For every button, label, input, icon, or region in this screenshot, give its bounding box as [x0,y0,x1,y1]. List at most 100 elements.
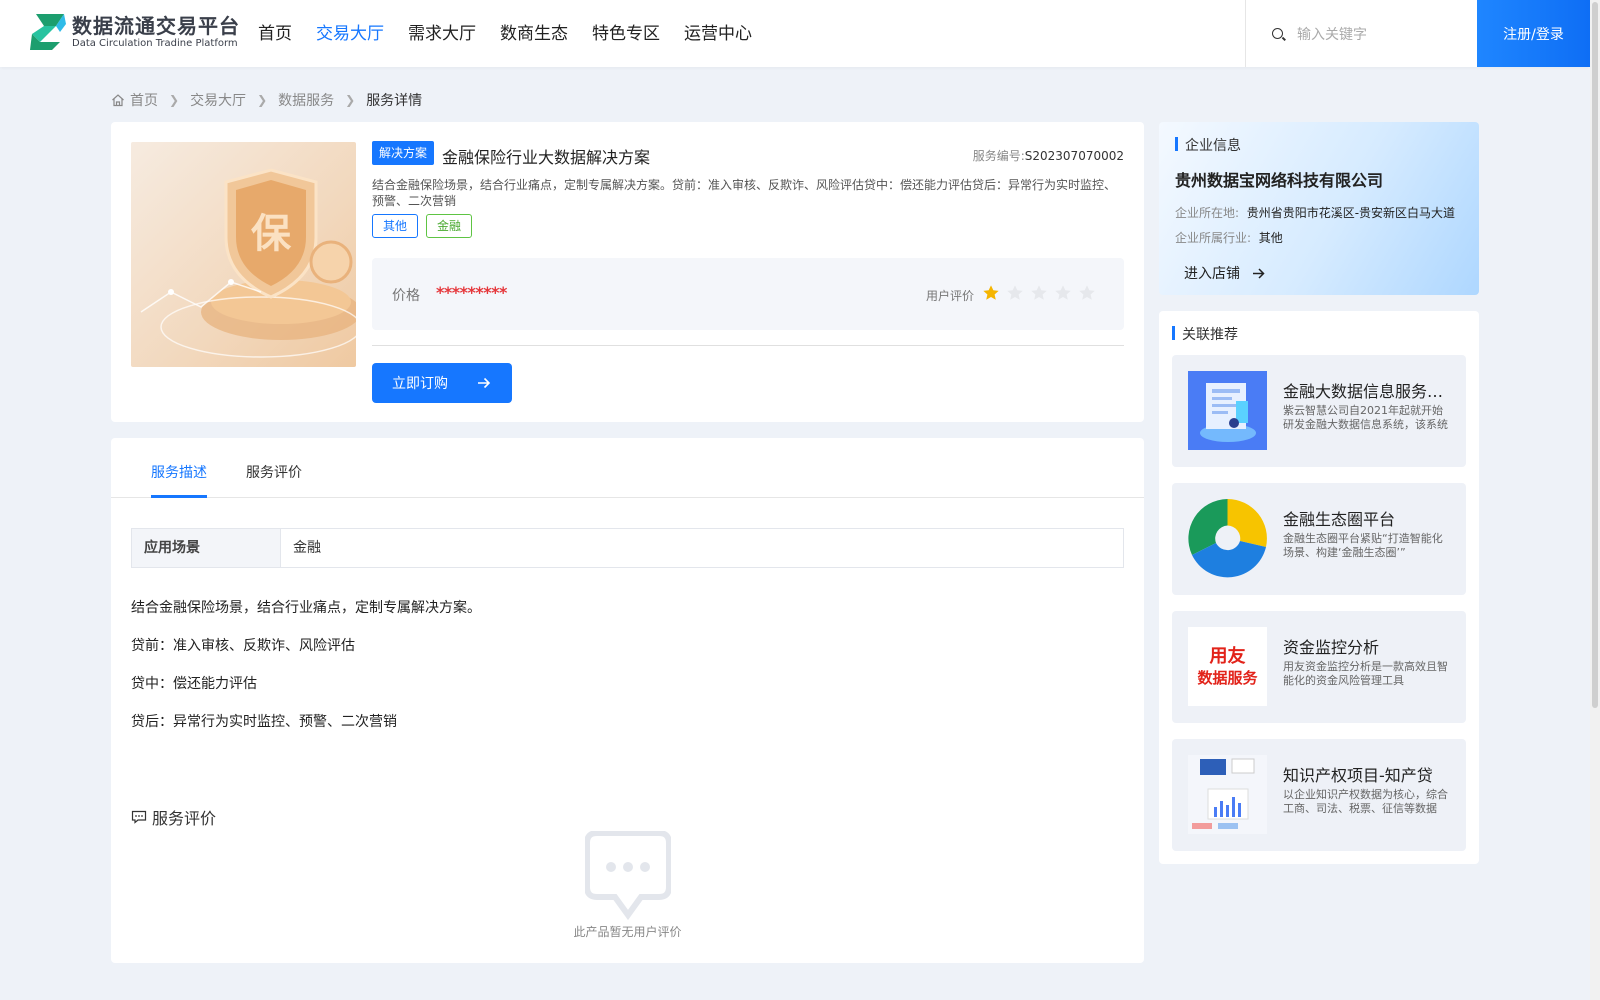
logo-mark-icon [30,14,66,50]
tag-other: 其他 [372,214,419,238]
recommend-thumbnail [1188,755,1267,834]
recommend-description: 以企业知识产权数据为核心，综合工商、司法、税票、征信等数据 [1283,788,1448,815]
recommend-description: 金融生态圈平台紧贴“打造智能化场景、构建‘金融生态圈’” [1283,532,1443,559]
description-line: 贷中：偿还能力评估 [131,676,257,692]
buy-now-label: 立即订购 [392,376,448,392]
description-line: 贷后：异常行为实时监控、预警、二次营销 [131,714,397,730]
search-icon[interactable] [1272,28,1283,39]
search-box [1245,0,1477,67]
reviews-heading: 服务评价 [131,805,216,829]
service-number: 服务编号:S202307070002 [973,147,1124,164]
service-detail-card: 服务描述 服务评价 应用场景 金融 结合金融保险场景，结合行业痛点，定制专属解决… [111,438,1144,963]
description-line: 贷前：准入审核、反欺诈、风险评估 [131,638,355,654]
location-label: 企业所在地: [1175,206,1240,220]
location-value: 贵州省贵阳市花溪区-贵安新区白马大道 [1246,206,1456,220]
scrollbar-thumb[interactable] [1592,2,1598,708]
yonyou-logo-subtext: 数据服务 [1197,668,1258,687]
product-tags: 其他 金融 [372,214,480,238]
company-name[interactable]: 贵州数据宝网络科技有限公司 [1175,167,1383,191]
login-register-button[interactable]: 注册/登录 [1477,0,1590,67]
industry-label: 企业所属行业: [1175,231,1252,245]
home-icon [112,94,124,107]
recommend-title: 资金监控分析 [1283,638,1380,657]
star-icon [1007,285,1023,300]
empty-comment-icon [585,831,671,921]
recommend-title: 知识产权项目-知产贷 [1283,766,1433,785]
tab-service-reviews[interactable]: 服务评价 [246,462,302,482]
chevron-right-icon: ❯ [257,93,268,107]
comment-icon [131,810,147,824]
top-header: 数据流通交易平台 Data Circulation Tradine Platfo… [0,0,1590,67]
chevron-right-icon: ❯ [345,93,356,107]
arrow-right-icon [478,377,491,389]
scene-header: 应用场景 [132,529,281,567]
tag-finance: 金融 [426,214,473,238]
star-icon [1055,285,1071,300]
reviews-title: 服务评价 [152,809,217,828]
divider [372,345,1124,346]
nav-operations-center[interactable]: 运营中心 [684,0,752,67]
breadcrumb-home[interactable]: 首页 [130,90,158,110]
svg-text:保: 保 [251,211,292,257]
product-image: 保 [131,142,356,367]
nav-featured-zone[interactable]: 特色专区 [592,0,660,67]
recommend-description: 用友资金监控分析是一款高效且智能化的资金风险管理工具 [1283,660,1448,687]
product-summary-card: 保 解决方案 金融保险行业大数据解决方案 服务编号:S202307070002 … [111,122,1144,422]
enter-shop-label: 进入店铺 [1184,266,1240,282]
breadcrumb-data-service[interactable]: 数据服务 [278,90,334,110]
site-logo[interactable]: 数据流通交易平台 Data Circulation Tradine Platfo… [28,12,240,52]
product-title: 金融保险行业大数据解决方案 [442,148,651,167]
application-scene-table: 应用场景 金融 [131,528,1124,568]
detail-tabs: 服务描述 服务评价 [111,438,1144,498]
tab-service-description[interactable]: 服务描述 [151,462,207,482]
solution-type-badge: 解决方案 [372,141,435,165]
service-description-text: 结合金融保险场景，结合行业痛点，定制专属解决方案。 贷前：准入审核、反欺诈、风险… [131,601,481,753]
product-description: 结合金融保险场景，结合行业痛点，定制专属解决方案。贷前：准入审核、反欺诈、风险评… [372,178,1117,208]
main-nav: 首页 交易大厅 需求大厅 数商生态 特色专区 运营中心 [258,0,776,67]
company-industry: 企业所属行业: 其他 [1175,229,1283,246]
active-tab-indicator [151,495,207,498]
recommend-item[interactable]: 金融生态圈平台 金融生态圈平台紧贴“打造智能化场景、构建‘金融生态圈’” [1172,483,1466,595]
logo-title: 数据流通交易平台 [72,14,240,38]
nav-home[interactable]: 首页 [258,0,292,67]
buy-now-button[interactable]: 立即订购 [372,363,512,403]
company-location: 企业所在地: 贵州省贵阳市花溪区-贵安新区白马大道 [1175,204,1455,221]
price-panel: 价格 ********* 用户评价 [372,258,1124,330]
insurance-shield-illustration: 保 [140,168,356,358]
company-info-card: 企业信息 贵州数据宝网络科技有限公司 企业所在地: 贵州省贵阳市花溪区-贵安新区… [1159,122,1479,295]
user-rating-stars [982,284,1102,302]
report-screenshot-icon [1188,755,1267,834]
breadcrumb-current: 服务详情 [366,93,423,109]
recommend-title: 金融生态圈平台 [1283,510,1396,529]
service-number-value: S202307070002 [1024,149,1124,163]
star-icon [983,285,999,300]
recommend-description: 紫云智慧公司自2021年起就开始研发金融大数据信息系统，该系统 [1283,404,1448,431]
nav-demand-hall[interactable]: 需求大厅 [408,0,476,67]
breadcrumb: 首页 ❯ 交易大厅 ❯ 数据服务 ❯ 服务详情 [111,90,422,110]
user-rating-label: 用户评价 [926,289,975,303]
yonyou-logo-text: 用友 [1209,645,1246,667]
recommend-thumbnail [1188,371,1267,450]
price-value: ********* [436,283,507,302]
page-scrollbar[interactable] [1590,0,1600,1000]
arrow-right-icon [1253,267,1265,279]
nav-ecosystem[interactable]: 数商生态 [500,0,568,67]
recommend-item[interactable]: 用友 数据服务 资金监控分析 用友资金监控分析是一款高效且智能化的资金风险管理工… [1172,611,1466,723]
logo-subtitle: Data Circulation Tradine Platform [72,38,238,49]
star-icon [1079,285,1095,300]
related-recommendations-card: 关联推荐 金融大数据信息服务平台 紫云智慧公司自2021年起就开始研发金融大数据… [1159,311,1479,864]
enter-shop-link[interactable]: 进入店铺 [1184,263,1265,283]
ring-chart-icon [1188,499,1267,578]
recommend-section-title: 关联推荐 [1172,324,1238,344]
recommend-thumbnail: 用友 数据服务 [1188,627,1267,706]
recommend-item[interactable]: 知识产权项目-知产贷 以企业知识产权数据为核心，综合工商、司法、税票、征信等数据 [1172,739,1466,851]
recommend-thumbnail [1188,499,1267,578]
nav-trading-hall[interactable]: 交易大厅 [316,0,384,67]
search-input[interactable] [1297,25,1457,42]
breadcrumb-trading-hall[interactable]: 交易大厅 [190,90,246,110]
no-reviews-text: 此产品暂无用户评价 [573,925,682,939]
star-icon [1031,285,1047,300]
building-illustration-icon [1188,371,1267,450]
industry-value: 其他 [1258,231,1283,245]
recommend-item[interactable]: 金融大数据信息服务平台 紫云智慧公司自2021年起就开始研发金融大数据信息系统，… [1172,355,1466,467]
